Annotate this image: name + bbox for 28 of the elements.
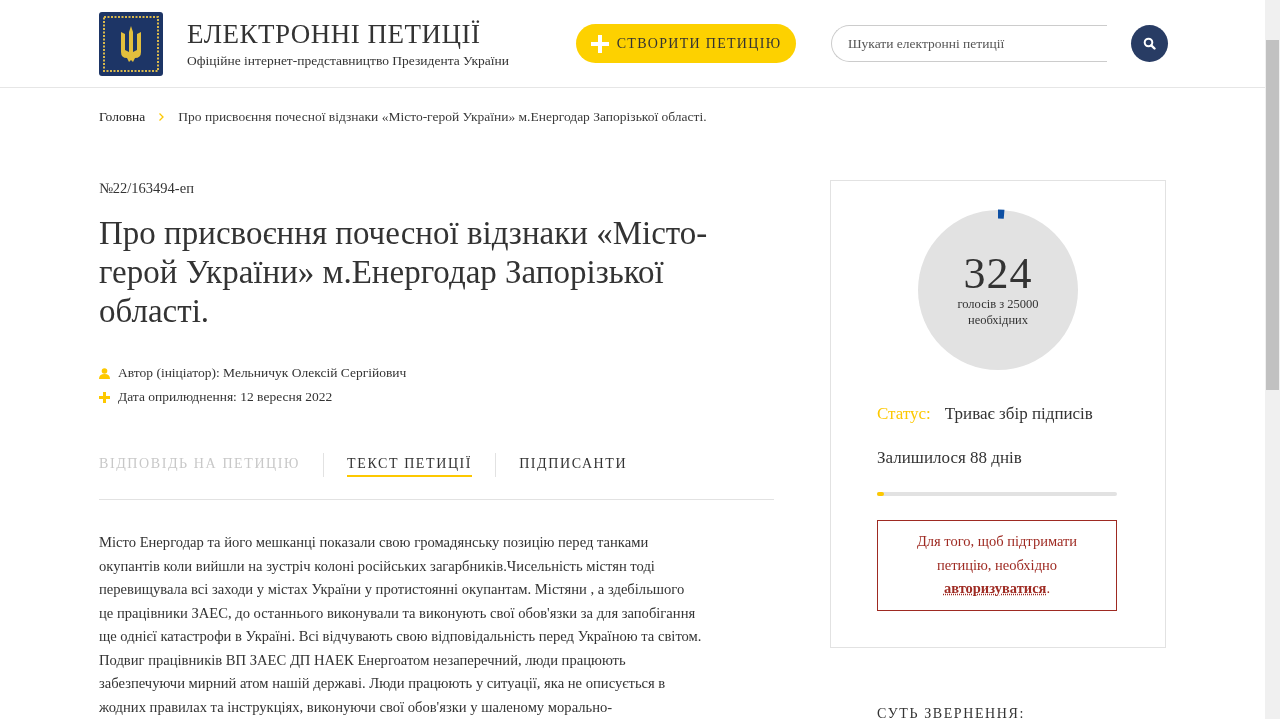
search-icon [1143,37,1156,50]
tab[interactable]: ПІДПИСАНТИ [519,453,628,477]
create-petition-button[interactable]: СТВОРИТИ ПЕТИЦІЮ [576,24,796,63]
plus-icon [99,391,110,403]
author-info: Автор (ініціатор): Мельничук Олексій Сергійович [118,365,407,381]
search-button[interactable] [1131,25,1168,62]
breadcrumb-current: Про присвоєння почесної відзнаки «Місто-герой України» м.Енергодар Запорізької області. [178,108,707,125]
vote-count: 324 [963,252,1033,296]
tab[interactable]: ТЕКСТ ПЕТИЦІЇ [347,453,473,477]
site-title[interactable]: ЕЛЕКТРОННІ ПЕТИЦІЇ [187,18,552,49]
status-label: Статус: [877,404,931,424]
breadcrumb-link[interactable]: Головна [99,108,146,125]
section-heading: СУТЬ ЗВЕРНЕННЯ: [877,706,1026,719]
date-info: Дата оприлюднення: 12 вересня 2022 [118,389,333,405]
days-remaining: Залишилося 88 днів [877,448,1023,468]
site-subtitle: Офіційне інтернет-представництво Президента України [187,52,510,69]
emblem-logo[interactable] [99,11,163,76]
scrollbar-thumb[interactable] [1266,40,1279,390]
person-icon [99,367,110,379]
login-notice: Для того, щоб підтримати петицію, необхідно авторизуватися. [877,520,1117,611]
chevron-icon [159,112,165,121]
search-field[interactable]: Шукати електронні петиції [831,25,1107,62]
vote-caption: голосів з 25000 необхідних [956,296,1040,328]
status-value: Триває збір підписів [944,404,1093,424]
petition-title: Про присвоєння почесної відзнаки «Місто-герой України» м.Енергодар Запорізької області. [99,214,709,331]
plus-icon [590,34,609,53]
petition-number: №22/163494-еп [99,180,195,197]
petition-text: Місто Енергодар та його мешканці показали свою громадянську позицію перед танками окупантів коли вийшли на зустріч колоні російських загарбників.Чисельність містян тоді перевищувала всі заходи у містах України у протистоянні окупантам. Містяни , а здебільшого це працівники ЗАЕС, до останнього виконували та виконують свої обов'язки за для запобігання ще однієї катастрофи в Україні. Всі відчувають свою відповідальність перед Україною та світом. Подвиг працівників ВП ЗАЕС ДП НАЕК Енергоатом незаперечний, люди працюють забезпечуючи мирний атом нашій державі. Люди працюють у ситуації, яка не описується в жодних правилах та інструкціях, виконуючи свої обов'язки у шаленому морально- [99,533,703,717]
